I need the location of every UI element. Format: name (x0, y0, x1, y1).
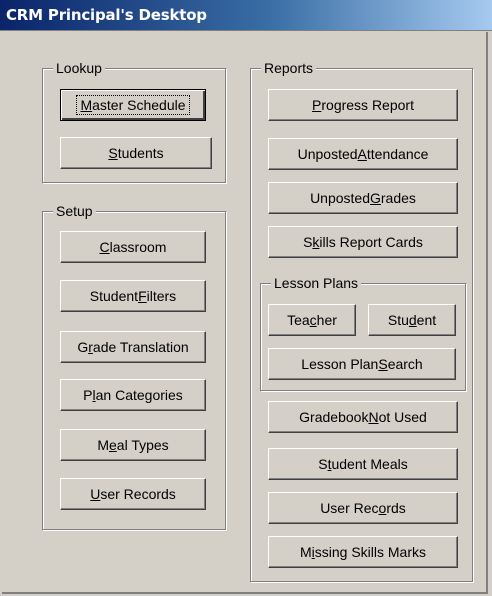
reports-legend: Reports (261, 59, 317, 77)
window-title: CRM Principal's Desktop (6, 6, 207, 24)
student-lesson-button[interactable]: Stu d ent (368, 304, 456, 336)
teacher-button[interactable]: Tea c her (268, 304, 356, 336)
user-records-setup-button[interactable]: User Records (60, 478, 206, 510)
title-bar: CRM Principal's Desktop (0, 0, 492, 31)
user-records-report-button[interactable]: User Rec o rds (268, 492, 458, 524)
unposted-attendance-button[interactable]: Unposted Attendance (268, 138, 458, 170)
unposted-grades-button[interactable]: Unposted Grades (268, 182, 458, 214)
lesson-plans-legend: Lesson Plans (271, 274, 362, 292)
master-schedule-button[interactable]: Master Schedule (60, 89, 206, 121)
skills-report-cards-button[interactable]: Sk ills Report Cards (268, 226, 458, 258)
students-button[interactable]: Students (60, 137, 212, 169)
gradebook-not-used-button[interactable]: Gradebook Not Used (268, 401, 458, 433)
lesson-plan-search-button[interactable]: Lesson Plan Search (268, 348, 456, 380)
missing-skills-marks-button[interactable]: Mi ssing Skills Marks (268, 536, 458, 568)
progress-report-button[interactable]: Progress Report (268, 89, 458, 121)
student-meals-button[interactable]: St udent Meals (268, 448, 458, 480)
setup-legend: Setup (53, 202, 96, 220)
grade-translation-button[interactable]: Gr ade Translation (60, 331, 206, 363)
student-filters-button[interactable]: Student Filters (60, 280, 206, 312)
meal-types-button[interactable]: Me al Types (60, 429, 206, 461)
lookup-legend: Lookup (53, 59, 105, 77)
classroom-button[interactable]: Classroom (60, 231, 206, 263)
plan-categories-button[interactable]: Pl an Categories (60, 379, 206, 411)
